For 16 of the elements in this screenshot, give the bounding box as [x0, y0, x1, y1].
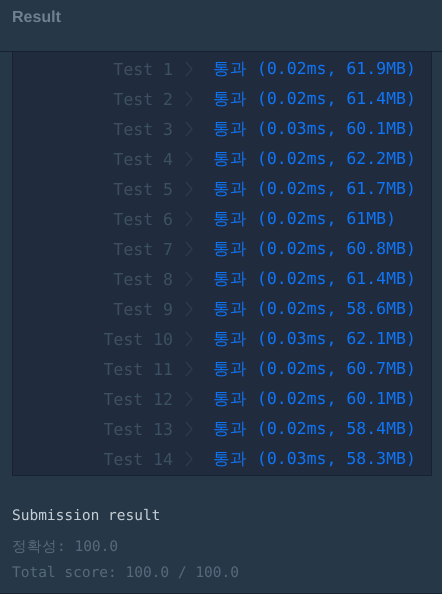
test-result: 통과 (0.02ms, 61.9MB): [213, 58, 417, 80]
test-result: 통과 (0.02ms, 61.7MB): [213, 178, 417, 200]
test-result: 통과 (0.03ms, 62.1MB): [213, 328, 417, 350]
test-result: 통과 (0.02ms, 58.6MB): [213, 298, 417, 320]
test-result: 통과 (0.02ms, 60.1MB): [213, 388, 417, 410]
test-result: 통과 (0.02ms, 60.7MB): [213, 358, 417, 380]
test-result: 통과 (0.02ms, 60.8MB): [213, 238, 417, 260]
test-result: 통과 (0.02ms, 61MB): [213, 208, 398, 230]
test-result: 통과 (0.03ms, 60.1MB): [213, 118, 417, 140]
test-result: 통과 (0.02ms, 61.4MB): [213, 268, 417, 290]
panel-title: Result: [12, 8, 61, 28]
test-result: 통과 (0.02ms, 61.4MB): [213, 88, 417, 110]
summary-title: Submission result: [12, 508, 162, 524]
test-result: 통과 (0.03ms, 58.3MB): [213, 448, 417, 470]
test-result: 통과 (0.02ms, 58.4MB): [213, 418, 417, 440]
test-result: 통과 (0.02ms, 62.2MB): [213, 148, 417, 170]
